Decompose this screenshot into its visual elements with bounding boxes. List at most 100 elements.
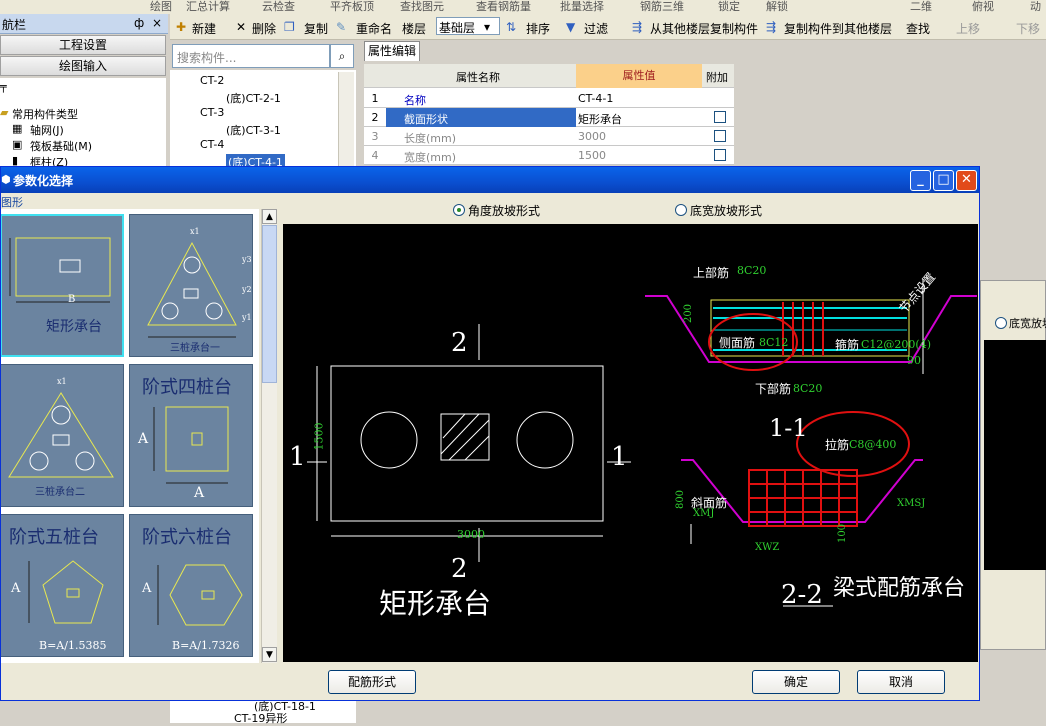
pin-icon[interactable]: ф [134,16,144,30]
cad-label: 侧面筋 [719,336,756,350]
shape-tile-step4[interactable]: 阶式四桩台 A A [129,364,253,507]
rename-button[interactable]: 重命名 [356,20,392,37]
tree-category-common[interactable]: 常用构件类型 [12,106,78,122]
drawing-input-button[interactable]: 绘图输入 [0,56,166,76]
radio-angle-slope-label: 角度放坡形式 [468,204,541,218]
shape-list: 矩形承台 B x1 y3 y2 y1 三桩承台一 x1 三桩承台二 阶式四桩台 … [1,209,259,663]
folder-icon: ▰ [0,106,9,119]
move-down-button[interactable]: 下移 [1016,20,1040,37]
scroll-up-icon[interactable]: ▲ [262,209,277,224]
move-up-button[interactable]: 上移 [956,20,980,37]
three-pile-shape [147,241,237,338]
view-2d-select[interactable]: 二维 [910,0,932,14]
search-input[interactable]: 搜索构件... [172,44,330,68]
copy-to-floor-button[interactable]: 复制构件到其他楼层 [784,20,892,37]
slope-form-radio-group: 角度放坡形式 底宽放坡形式 [283,199,977,221]
tree-scrollbar[interactable] [338,72,354,166]
prop-value[interactable]: CT-4-1 [578,92,613,105]
scroll-down-icon[interactable]: ▼ [262,647,277,662]
view-top-select[interactable]: 俯视 [972,0,994,14]
find-button[interactable]: 查找 [906,20,930,37]
radio-angle-slope[interactable] [453,204,465,216]
rebar-3d-tool[interactable]: 钢筋三维 [640,0,684,14]
close-icon[interactable]: × [152,16,162,30]
property-row[interactable]: 2 截面形状 矩形承台 [364,108,734,127]
row-number: 4 [371,149,379,162]
cad-label: 箍筋 [835,338,860,352]
dialog-title-bar[interactable]: ⬢ 参数化选择 _ □ ✕ [1,167,979,193]
property-row[interactable]: 4 宽度(mm) 1500 [364,146,734,165]
chevron-down-icon[interactable]: ▾ [484,20,490,34]
dynamic-tool[interactable]: 动 [1030,0,1041,14]
summary-calc-tool[interactable]: 汇总计算 [186,0,230,14]
tree-item[interactable]: CT-19异形 [234,710,287,726]
lock-tool[interactable]: 锁定 [718,0,740,14]
tree-item-raft[interactable]: 筏板基础(M) [30,138,92,154]
tree-item[interactable]: CT-3 [200,106,224,119]
radio-bottom-width-slope-label: 底宽放坡形式 [690,204,763,218]
new-button[interactable]: 新建 [192,20,216,37]
section-mark: 1 [289,442,306,472]
rebar-form-button[interactable]: 配筋形式 [328,670,416,694]
filter-button[interactable]: 过滤 [584,20,608,37]
cancel-button[interactable]: 取消 [857,670,945,694]
prop-value[interactable]: 1500 [578,149,606,162]
tree-item[interactable]: CT-2 [200,74,224,87]
tab-property-edit[interactable]: 属性编辑 [364,41,420,61]
copy-from-floor-button[interactable]: 从其他楼层复制构件 [650,20,758,37]
ok-button[interactable]: 确定 [752,670,840,694]
property-row[interactable]: 3 长度(mm) 3000 [364,127,734,146]
dim-label: B [68,294,76,305]
close-icon[interactable]: ✕ [956,170,977,191]
prop-value[interactable]: 3000 [578,130,606,143]
new-icon: ✚ [176,20,187,34]
row-number: 3 [371,130,379,143]
sort-button[interactable]: 排序 [526,20,550,37]
unlock-tool[interactable]: 解锁 [766,0,788,14]
extra-checkbox[interactable] [714,149,726,161]
shape-tile-tri2[interactable]: x1 三桩承台二 [1,364,124,507]
shape-name-large: 矩形承台 [379,587,492,620]
header-prop-value: 属性值 [576,64,702,88]
tree-item-axis-grid[interactable]: 轴网(J) [30,122,64,138]
floor-select[interactable]: 基础层 [436,17,500,35]
shape-list-scrollbar[interactable]: ▲ ▼ [261,209,277,663]
find-element-tool[interactable]: 查找图元 [400,0,444,14]
delete-button[interactable]: 删除 [252,20,276,37]
view-rebar-tool[interactable]: 查看钢筋量 [476,0,531,14]
radio-bottom-width-behind[interactable] [995,317,1007,329]
prop-value[interactable]: 矩形承台 [578,111,622,127]
align-slab-tool[interactable]: 平齐板顶 [330,0,374,14]
ratio-label: B=A/1.5385 [39,639,107,652]
shape-tile-step5[interactable]: 阶式五桩台 A B=A/1.5385 [1,514,124,657]
ratio-label: B=A/1.7326 [172,639,240,652]
dim-label: y1 [242,313,252,322]
extra-checkbox[interactable] [714,111,726,123]
scroll-thumb[interactable] [262,225,277,383]
project-settings-button[interactable]: 工程设置 [0,35,166,55]
tree-item[interactable]: (底)CT-2-1 [226,90,281,106]
minimize-icon[interactable]: _ [910,170,931,191]
prop-name: 长度(mm) [404,132,457,145]
dim-label: x1 [190,227,200,236]
component-toolbar: ✚ 新建 ✕ 删除 ❐ 复制 ✎ 重命名 楼层 基础层 ▾ ⇅ 排序 ▼ 过滤 … [170,14,1046,40]
shape-tile-step6[interactable]: 阶式六桩台 A B=A/1.7326 [129,514,253,657]
batch-select-tool[interactable]: 批量选择 [560,0,604,14]
shape-tile-tri1[interactable]: x1 y3 y2 y1 三桩承台一 [129,214,253,357]
tree-collapse-icon[interactable]: ╤ [0,80,7,93]
maximize-icon[interactable]: □ [933,170,954,191]
shape-name: 阶式五桩台 [9,527,99,548]
tree-item[interactable]: (底)CT-3-1 [226,122,281,138]
search-icon[interactable]: ⌕ [330,44,354,68]
shape-tile-rect[interactable]: 矩形承台 B [1,214,124,357]
extra-checkbox[interactable] [714,130,726,142]
radio-bottom-width-slope[interactable] [675,204,687,216]
draw-tool[interactable]: 绘图 [150,0,172,14]
property-grid: 属性名称 属性值 附加 1 名称 CT-4-1 2 截面形状 矩形承台 3 长度… [364,64,734,165]
copy-button[interactable]: 复制 [304,20,328,37]
cad-label: 上部筋 [693,266,730,280]
tree-item[interactable]: CT-4 [200,138,224,151]
cloud-check-tool[interactable]: 云检查 [262,0,295,14]
property-row[interactable]: 1 名称 CT-4-1 [364,89,734,108]
dim-label: y3 [242,255,252,264]
